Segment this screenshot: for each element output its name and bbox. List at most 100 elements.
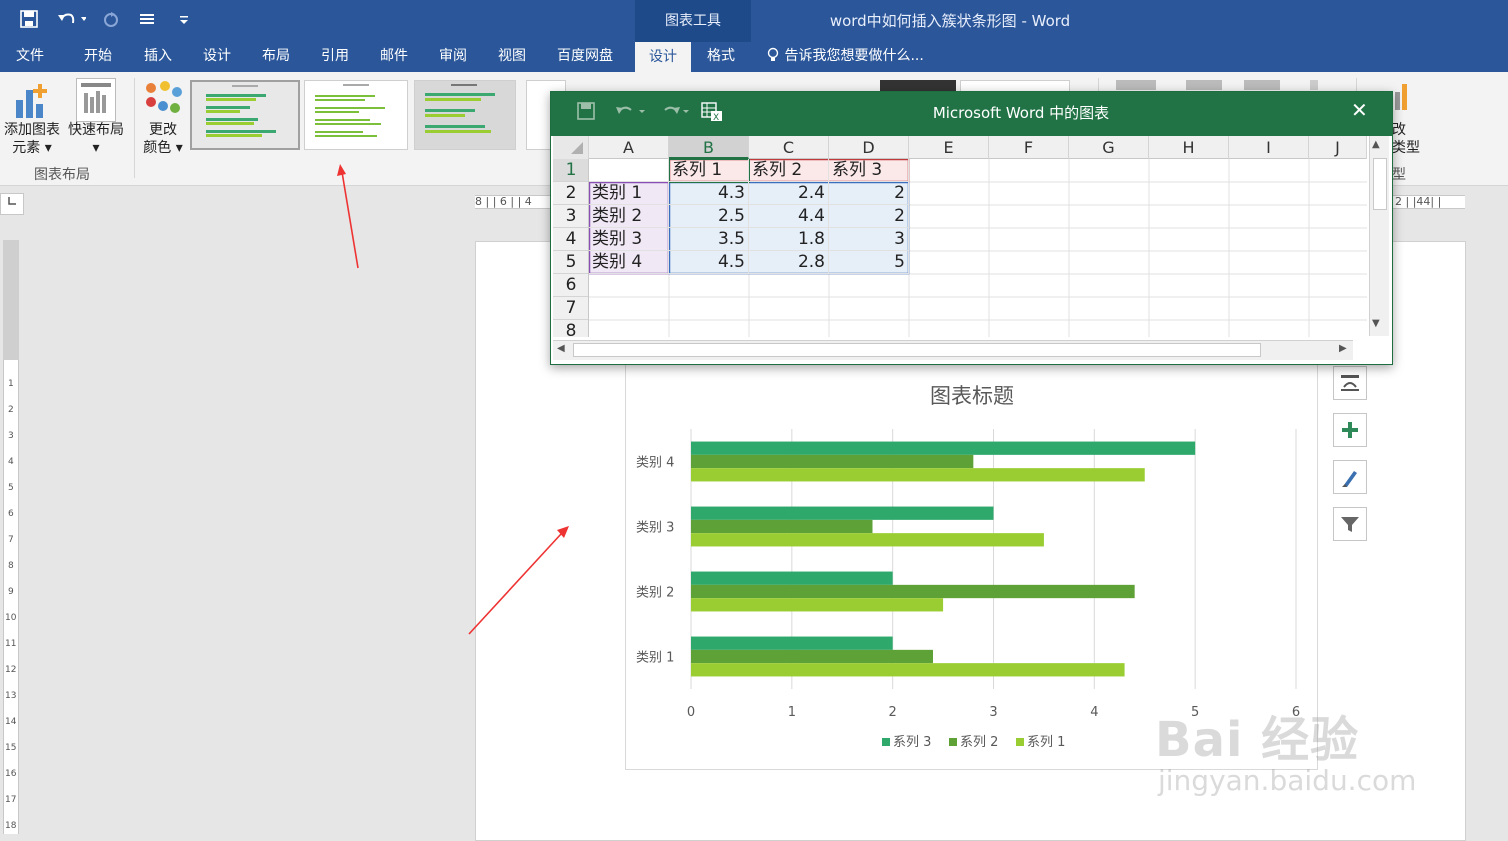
spreadsheet-grid[interactable]: 系列 1 系列 2 系列 3 类别 1 4.3 2.4 2 类别 2 2.5 4… xyxy=(589,159,1367,337)
tell-me-search[interactable]: 告诉我您想要做什么... xyxy=(766,42,924,70)
row-header-6[interactable]: 6 xyxy=(553,274,588,297)
cell-c3[interactable]: 4.4 xyxy=(749,205,829,228)
cell-d2[interactable]: 2 xyxy=(829,182,909,205)
row-header-7[interactable]: 7 xyxy=(553,297,588,320)
cell-b1[interactable]: 系列 1 xyxy=(669,159,749,182)
excel-title-bar[interactable]: X Microsoft Word 中的图表 ✕ xyxy=(551,92,1392,136)
row-header-5[interactable]: 5 xyxy=(553,251,588,274)
select-all-corner[interactable] xyxy=(553,136,589,159)
cell-a1[interactable] xyxy=(589,159,669,182)
layout-options-button[interactable] xyxy=(1333,366,1367,400)
change-chart-type-icon[interactable] xyxy=(1393,80,1409,110)
quick-layout-button[interactable] xyxy=(76,78,116,122)
row-header-2[interactable]: 2 xyxy=(553,182,588,205)
edit-in-excel-icon[interactable]: X xyxy=(701,102,723,127)
svg-text:2: 2 xyxy=(8,405,14,415)
vertical-scrollbar[interactable]: ▲ ▼ xyxy=(1369,136,1389,336)
undo-icon[interactable] xyxy=(56,10,87,32)
cell-b5[interactable]: 4.5 xyxy=(669,251,749,274)
close-icon[interactable]: ✕ xyxy=(1351,98,1368,122)
horizontal-scrollbar[interactable]: ◀ ▶ xyxy=(553,340,1353,360)
cell-d4[interactable]: 3 xyxy=(829,228,909,251)
edit-data-icon[interactable] xyxy=(1244,80,1280,90)
tab-chart-design[interactable]: 设计 xyxy=(635,42,691,72)
chart-elements-plus-button[interactable] xyxy=(1333,413,1367,447)
cell-a3[interactable]: 类别 2 xyxy=(589,205,669,228)
cell-d1[interactable]: 系列 3 xyxy=(829,159,909,182)
scroll-down-icon[interactable]: ▼ xyxy=(1372,318,1380,329)
column-header-e[interactable]: E xyxy=(909,136,989,159)
chart-style-2-thumbnail[interactable] xyxy=(304,80,408,150)
column-header-i[interactable]: I xyxy=(1229,136,1309,159)
tab-stop-selector[interactable] xyxy=(0,193,24,215)
save-icon[interactable] xyxy=(20,10,38,32)
excel-data-window[interactable]: X Microsoft Word 中的图表 ✕ A B C D E F G H … xyxy=(550,91,1393,365)
ribbon-separator xyxy=(134,78,135,178)
tab-chart-format[interactable]: 格式 xyxy=(707,42,743,72)
scroll-right-icon[interactable]: ▶ xyxy=(1339,343,1347,354)
tab-review[interactable]: 审阅 xyxy=(439,42,475,72)
row-header-8[interactable]: 8 xyxy=(553,320,588,337)
excel-redo-icon[interactable] xyxy=(657,102,691,125)
cell-d5[interactable]: 5 xyxy=(829,251,909,274)
tab-baidu-netdisk[interactable]: 百度网盘 xyxy=(557,42,621,72)
tab-insert[interactable]: 插入 xyxy=(144,42,180,72)
cell-c2[interactable]: 2.4 xyxy=(749,182,829,205)
scroll-up-icon[interactable]: ▲ xyxy=(1372,139,1380,150)
column-header-c[interactable]: C xyxy=(749,136,829,159)
add-chart-element-button[interactable] xyxy=(12,80,52,124)
chart-title[interactable]: 图表标题 xyxy=(930,384,1014,408)
cell-b3[interactable]: 2.5 xyxy=(669,205,749,228)
column-header-d[interactable]: D xyxy=(829,136,909,159)
cell-a2[interactable]: 类别 1 xyxy=(589,182,669,205)
tab-file[interactable]: 文件 xyxy=(16,42,50,72)
horizontal-scroll-thumb[interactable] xyxy=(573,343,1261,357)
column-header-h[interactable]: H xyxy=(1149,136,1229,159)
column-header-j[interactable]: J xyxy=(1309,136,1367,159)
svg-text:18: 18 xyxy=(5,821,17,831)
cell-c5[interactable]: 2.8 xyxy=(749,251,829,274)
switch-row-column-icon[interactable] xyxy=(1116,80,1156,90)
cell-c1[interactable]: 系列 2 xyxy=(749,159,829,182)
bar xyxy=(691,519,873,534)
cell-a5[interactable]: 类别 4 xyxy=(589,251,669,274)
column-header-b[interactable]: B xyxy=(669,136,749,159)
column-header-f[interactable]: F xyxy=(989,136,1069,159)
cell-b2[interactable]: 4.3 xyxy=(669,182,749,205)
scroll-left-icon[interactable]: ◀ xyxy=(557,343,565,354)
touch-mode-icon[interactable] xyxy=(139,10,157,32)
row-header-3[interactable]: 3 xyxy=(553,205,588,228)
category-label: 类别 3 xyxy=(636,521,674,536)
select-data-icon[interactable] xyxy=(1186,80,1222,90)
bar xyxy=(691,636,893,650)
change-colors-button[interactable] xyxy=(143,80,183,120)
cell-c4[interactable]: 1.8 xyxy=(749,228,829,251)
excel-undo-icon[interactable] xyxy=(613,102,647,125)
redo-icon[interactable] xyxy=(102,10,120,32)
cell-a4[interactable]: 类别 3 xyxy=(589,228,669,251)
column-header-g[interactable]: G xyxy=(1069,136,1149,159)
chart-styles-brush-button[interactable] xyxy=(1333,460,1367,494)
tab-mailings[interactable]: 邮件 xyxy=(380,42,416,72)
category-label: 类别 1 xyxy=(636,651,674,666)
row-header-4[interactable]: 4 xyxy=(553,228,588,251)
chart-style-1-thumbnail[interactable] xyxy=(190,80,300,150)
customize-qat-icon[interactable] xyxy=(178,10,190,32)
tab-layout[interactable]: 布局 xyxy=(262,42,298,72)
column-header-a[interactable]: A xyxy=(589,136,669,159)
tab-design[interactable]: 设计 xyxy=(203,42,239,72)
category-label: 类别 4 xyxy=(636,456,674,471)
category-label: 类别 2 xyxy=(636,586,674,601)
vertical-scroll-thumb[interactable] xyxy=(1373,158,1387,210)
chart-style-3-thumbnail[interactable] xyxy=(414,80,516,150)
cell-d3[interactable]: 2 xyxy=(829,205,909,228)
tab-references[interactable]: 引用 xyxy=(321,42,357,72)
chart-filter-button[interactable] xyxy=(1333,507,1367,541)
change-chart-type-label[interactable]: 改 类型 xyxy=(1392,121,1428,157)
refresh-data-icon[interactable] xyxy=(1310,80,1318,90)
row-header-1[interactable]: 1 xyxy=(553,159,588,182)
cell-b4[interactable]: 3.5 xyxy=(669,228,749,251)
excel-save-icon[interactable] xyxy=(577,102,595,125)
tab-home[interactable]: 开始 xyxy=(84,42,120,72)
tab-view[interactable]: 视图 xyxy=(498,42,534,72)
